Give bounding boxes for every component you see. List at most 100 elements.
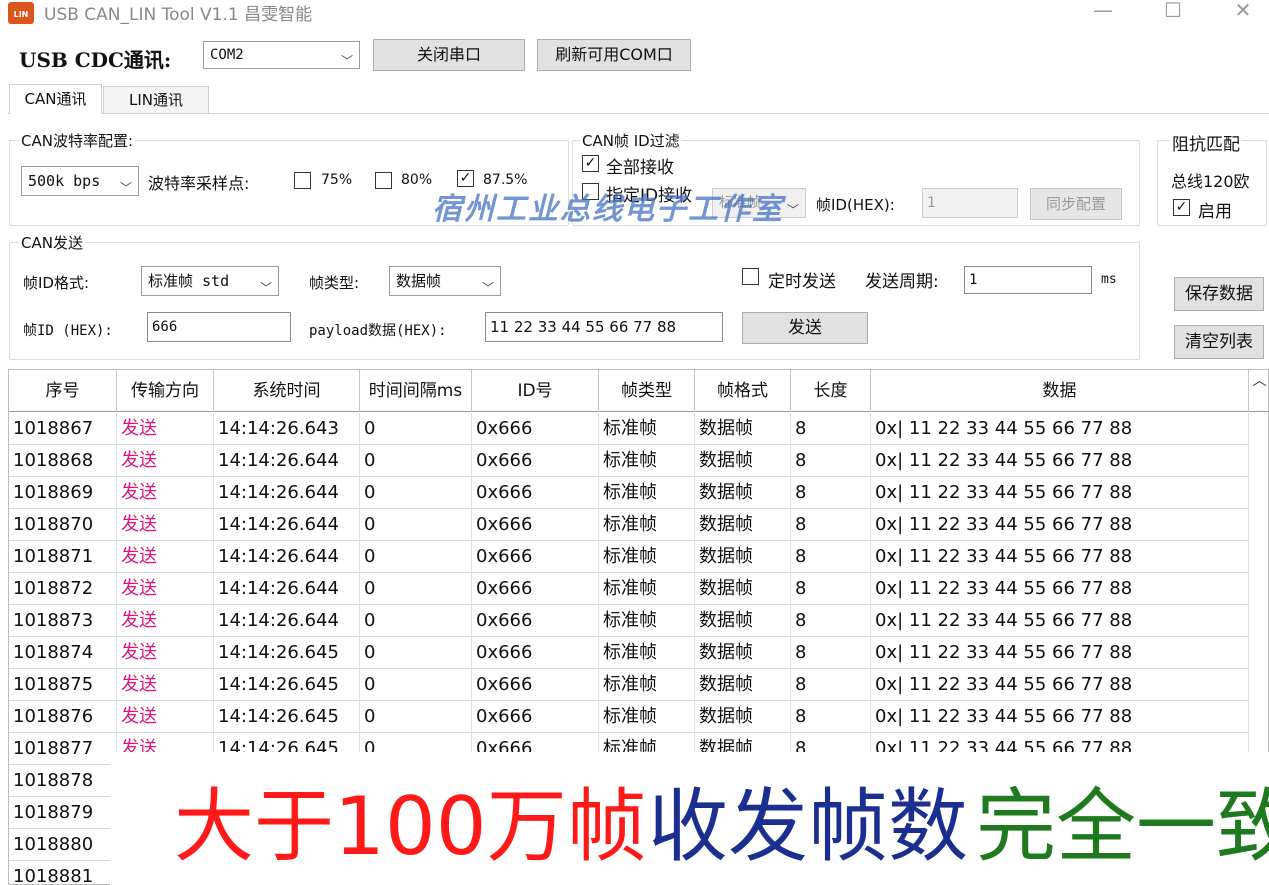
timed-send-checkbox[interactable] — [742, 268, 759, 285]
cell-time: 14:14:26.645 — [214, 637, 360, 669]
cell-direction: 发送 — [117, 573, 214, 605]
cell-id: 0x666 — [472, 669, 599, 701]
col-interval[interactable]: 时间间隔ms — [360, 370, 472, 412]
cell-direction: 发送 — [117, 605, 214, 637]
minimize-icon[interactable]: — — [1080, 0, 1126, 24]
table-header: 序号 传输方向 系统时间 时间间隔ms ID号 帧类型 帧格式 长度 数据 ︿ — [9, 370, 1268, 412]
col-direction[interactable]: 传输方向 — [117, 370, 214, 412]
table-row[interactable]: 1018875 发送 14:14:26.645 0 0x666 标准帧 数据帧 8 0x| 11… — [9, 669, 1249, 701]
cell-length: 8 — [791, 413, 871, 445]
frame-type-select[interactable]: 数据帧 ﹀ — [389, 266, 501, 296]
cell-frame-format: 数据帧 — [695, 701, 791, 733]
filter-frame-id-input[interactable]: 1 — [922, 188, 1018, 218]
id-format-value: 标准帧 std — [148, 272, 230, 290]
receive-all-checkbox[interactable]: ✓ — [582, 155, 599, 172]
save-data-button[interactable]: 保存数据 — [1174, 277, 1264, 311]
tab-lin[interactable]: LIN通讯 — [103, 86, 209, 114]
cell-direction: 发送 — [117, 413, 214, 445]
timed-send-label: 定时发送 — [768, 272, 836, 292]
cell-length: 8 — [791, 445, 871, 477]
cell-seq: 1018872 — [9, 573, 117, 605]
cell-time: 14:14:26.645 — [214, 701, 360, 733]
cell-time: 14:14:26.645 — [214, 669, 360, 701]
cell-data: 0x| 11 22 33 44 55 66 77 88 — [871, 637, 1249, 669]
col-frame-format[interactable]: 帧格式 — [695, 370, 791, 412]
id-format-select[interactable]: 标准帧 std ﹀ — [141, 266, 279, 296]
window-title: USB CAN_LIN Tool V1.1 昌雯智能 — [44, 5, 313, 25]
cell-id: 0x666 — [472, 509, 599, 541]
cell-direction: 发送 — [117, 445, 214, 477]
send-period-unit: ms — [1101, 272, 1117, 287]
send-button[interactable]: 发送 — [742, 312, 868, 344]
scroll-up-icon[interactable]: ︿ — [1249, 370, 1268, 390]
cell-time: 14:14:26.644 — [214, 509, 360, 541]
filter-frame-id-label: 帧ID(HEX): — [816, 196, 895, 214]
cell-time: 14:14:26.644 — [214, 541, 360, 573]
col-system-time[interactable]: 系统时间 — [214, 370, 360, 412]
cell-time: 14:14:26.644 — [214, 445, 360, 477]
col-data[interactable]: 数据 — [871, 370, 1249, 412]
refresh-com-button[interactable]: 刷新可用COM口 — [537, 39, 691, 71]
cell-data: 0x| 11 22 33 44 55 66 77 88 — [871, 573, 1249, 605]
cell-frame-type: 标准帧 — [599, 477, 695, 509]
tab-can[interactable]: CAN通讯 — [9, 84, 102, 114]
maximize-icon[interactable]: ☐ — [1150, 0, 1196, 24]
col-seq[interactable]: 序号 — [9, 370, 117, 412]
table-row[interactable]: 1018870 发送 14:14:26.644 0 0x666 标准帧 数据帧 8 0x| 11… — [9, 509, 1249, 541]
cell-frame-format: 数据帧 — [695, 637, 791, 669]
col-id[interactable]: ID号 — [472, 370, 599, 412]
send-period-input[interactable]: 1 — [964, 266, 1092, 294]
impedance-enable-label: 启用 — [1198, 202, 1232, 222]
cell-interval: 0 — [360, 605, 472, 637]
close-icon[interactable]: ✕ — [1220, 0, 1266, 24]
banner-text-red: 大于100万帧 — [174, 780, 647, 873]
cell-frame-type: 标准帧 — [599, 605, 695, 637]
cell-id: 0x666 — [472, 413, 599, 445]
id-filter-title: CAN帧 ID过滤 — [580, 130, 682, 151]
cell-seq: 1018879 — [9, 797, 117, 829]
cell-time: 14:14:26.644 — [214, 477, 360, 509]
table-row[interactable]: 1018876 发送 14:14:26.645 0 0x666 标准帧 数据帧 8 0x| 11… — [9, 701, 1249, 733]
com-port-select[interactable]: COM2 ﹀ — [203, 41, 360, 69]
table-row[interactable]: 1018869 发送 14:14:26.644 0 0x666 标准帧 数据帧 8 0x| 11… — [9, 477, 1249, 509]
cell-interval: 0 — [360, 509, 472, 541]
baud-rate-select[interactable]: 500k bps ﹀ — [21, 166, 139, 196]
table-row[interactable]: 1018871 发送 14:14:26.644 0 0x666 标准帧 数据帧 8 0x| 11… — [9, 541, 1249, 573]
send-period-label: 发送周期: — [865, 272, 939, 292]
title-bar: LIN USB CAN_LIN Tool V1.1 昌雯智能 — ☐ ✕ — [0, 0, 1269, 34]
close-port-button[interactable]: 关闭串口 — [373, 39, 525, 71]
clear-list-button[interactable]: 清空列表 — [1174, 325, 1264, 359]
cell-data: 0x| 11 22 33 44 55 66 77 88 — [871, 413, 1249, 445]
cell-id: 0x666 — [472, 477, 599, 509]
cell-seq: 1018877 — [9, 733, 117, 765]
can-send-title: CAN发送 — [19, 232, 85, 253]
table-row[interactable]: 1018873 发送 14:14:26.644 0 0x666 标准帧 数据帧 8 0x| 11… — [9, 605, 1249, 637]
cell-frame-format: 数据帧 — [695, 509, 791, 541]
cell-frame-format: 数据帧 — [695, 445, 791, 477]
sample-75-checkbox[interactable] — [294, 172, 311, 189]
receive-all-label: 全部接收 — [606, 158, 674, 178]
cell-seq: 1018878 — [9, 765, 117, 797]
cell-seq: 1018870 — [9, 509, 117, 541]
col-length[interactable]: 长度 — [791, 370, 871, 412]
tab-divider — [8, 113, 1269, 114]
app-icon: LIN — [8, 2, 34, 24]
cell-length: 8 — [791, 541, 871, 573]
com-port-value: COM2 — [210, 47, 244, 63]
table-row[interactable]: 1018872 发送 14:14:26.644 0 0x666 标准帧 数据帧 8 0x| 11… — [9, 573, 1249, 605]
sync-config-button[interactable]: 同步配置 — [1030, 188, 1122, 220]
table-row[interactable]: 1018874 发送 14:14:26.645 0 0x666 标准帧 数据帧 8 0x| 11… — [9, 637, 1249, 669]
banner-text-green: 完全一致 — [976, 780, 1269, 873]
col-frame-type[interactable]: 帧类型 — [599, 370, 695, 412]
impedance-enable-checkbox[interactable]: ✓ — [1173, 199, 1190, 216]
payload-input[interactable]: 11 22 33 44 55 66 77 88 — [485, 312, 723, 342]
usb-cdc-label: USB CDC通讯: — [19, 48, 172, 72]
table-row[interactable]: 1018867 发送 14:14:26.643 0 0x666 标准帧 数据帧 8 0x| 11… — [9, 413, 1249, 445]
frame-id-input[interactable]: 666 — [147, 312, 291, 342]
cell-direction: 发送 — [117, 669, 214, 701]
cell-id: 0x666 — [472, 701, 599, 733]
cell-frame-type: 标准帧 — [599, 445, 695, 477]
table-row[interactable]: 1018868 发送 14:14:26.644 0 0x666 标准帧 数据帧 8 0x| 11… — [9, 445, 1249, 477]
cell-frame-format: 数据帧 — [695, 477, 791, 509]
sample-80-checkbox[interactable] — [375, 172, 392, 189]
